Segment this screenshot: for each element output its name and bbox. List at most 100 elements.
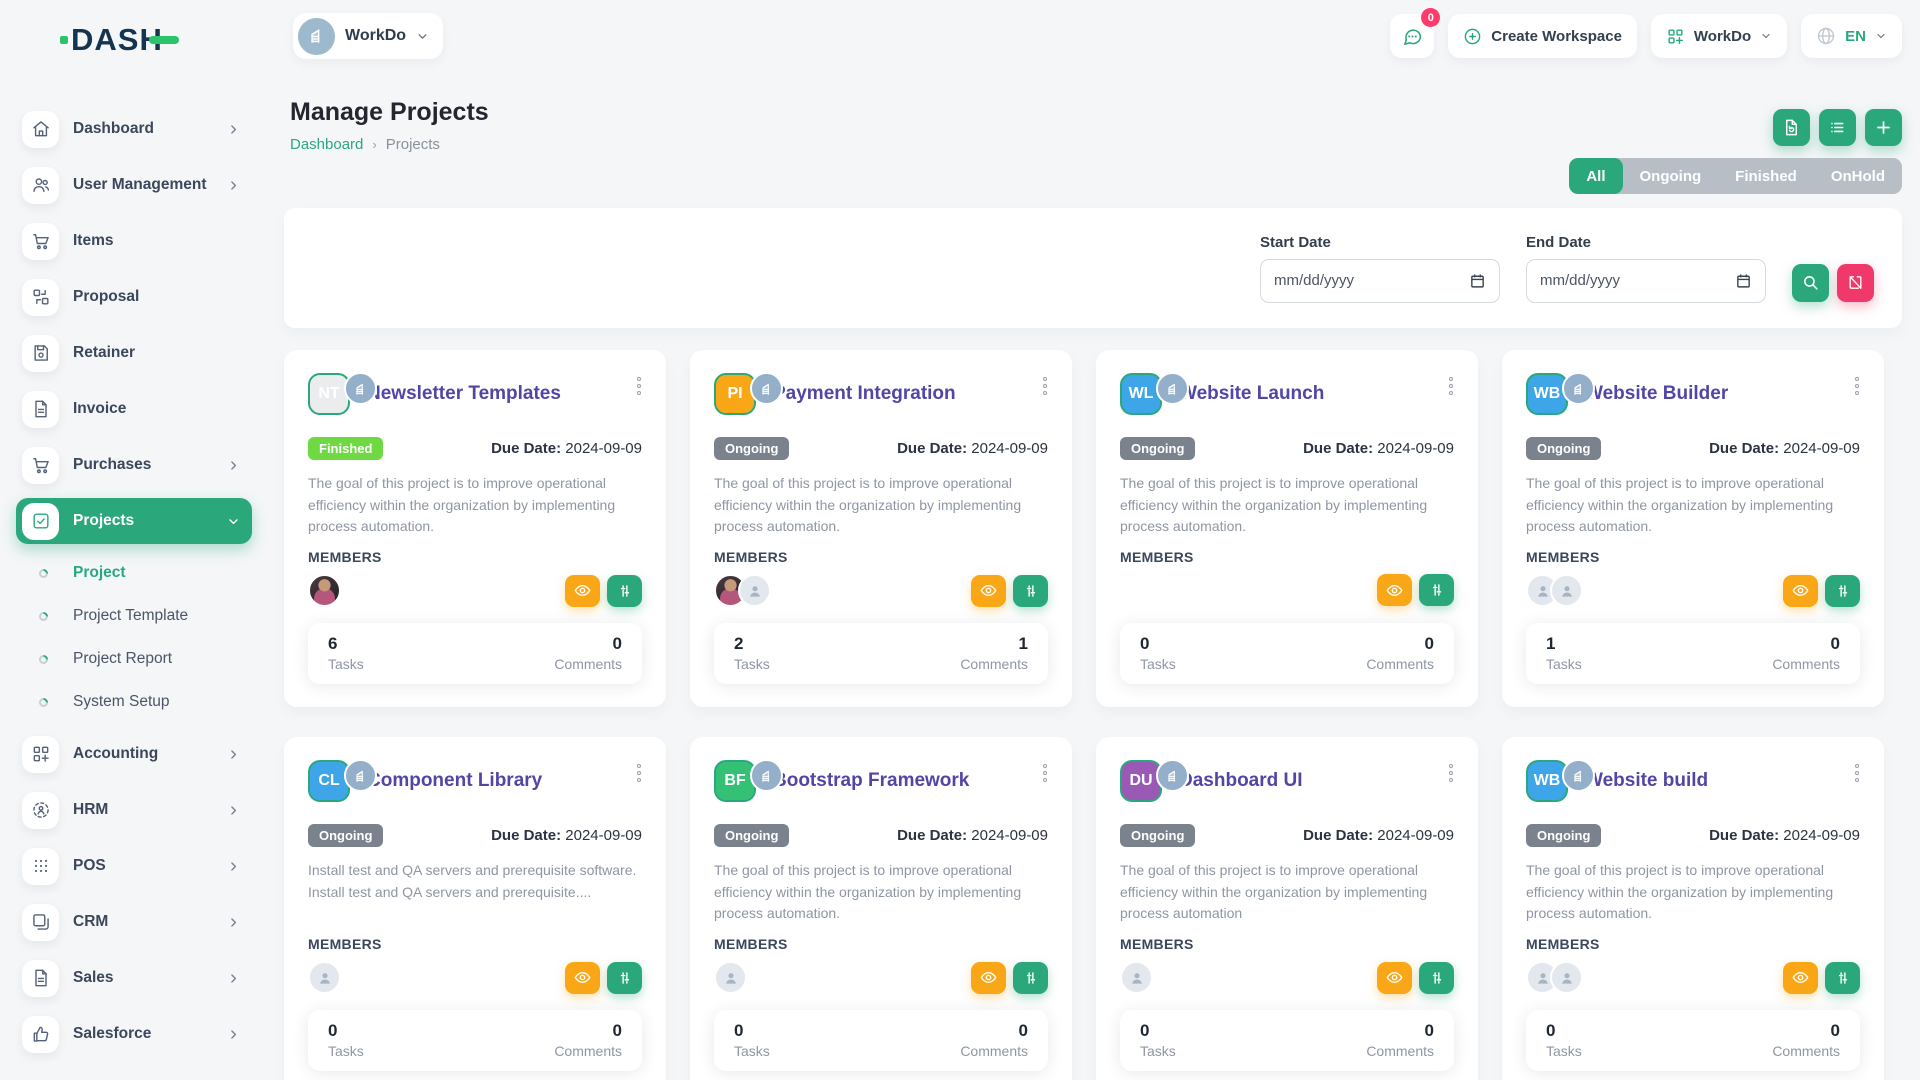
sliders-icon [617, 583, 633, 599]
file-restore-icon [1782, 118, 1801, 137]
comments-label: Comments [960, 656, 1028, 672]
due-date: Due Date: 2024-09-09 [1303, 827, 1454, 844]
chevron-down-icon [1875, 30, 1887, 42]
card-menu-button[interactable] [634, 761, 644, 785]
project-description: The goal of this project is to improve o… [308, 473, 642, 539]
sidebar-item-crm[interactable]: CRM [16, 899, 252, 945]
sidebar-item-dashboard[interactable]: Dashboard [16, 106, 252, 152]
workspace-dropdown[interactable]: WorkDo [1651, 14, 1787, 58]
tab-ongoing[interactable]: Ongoing [1623, 158, 1719, 194]
sliders-icon [1023, 583, 1039, 599]
project-title-link[interactable]: Component Library [367, 770, 542, 792]
sidebar-subitem-project[interactable]: Project [16, 554, 252, 592]
card-actions [1377, 574, 1454, 606]
project-card: WL Website Launch Ongoing Due Date: 2024… [1096, 350, 1478, 707]
breadcrumb-dashboard-link[interactable]: Dashboard [290, 136, 363, 153]
workspace-selector[interactable]: WorkDo [293, 13, 443, 59]
project-details-button[interactable] [607, 962, 642, 994]
project-title-link[interactable]: Newsletter Templates [367, 383, 561, 405]
reset-filter-button[interactable] [1837, 264, 1874, 302]
view-project-button[interactable] [971, 575, 1006, 607]
plus-icon [1874, 118, 1893, 137]
view-project-button[interactable] [565, 575, 600, 607]
sidebar-item-projects[interactable]: Projects [16, 498, 252, 544]
card-menu-button[interactable] [1446, 761, 1456, 785]
project-details-button[interactable] [1419, 962, 1454, 994]
home-icon [22, 111, 59, 148]
project-title-link[interactable]: Website Builder [1585, 383, 1728, 405]
project-title-link[interactable]: Bootstrap Framework [773, 770, 969, 792]
project-details-button[interactable] [1013, 962, 1048, 994]
card-menu-button[interactable] [634, 374, 644, 398]
card-menu-button[interactable] [1852, 761, 1862, 785]
project-details-button[interactable] [1825, 575, 1860, 607]
project-details-button[interactable] [1825, 962, 1860, 994]
comments-stat: 0 Comments [1366, 634, 1434, 672]
due-date-value: 2024-09-09 [1783, 827, 1860, 844]
project-cards-grid: NT Newsletter Templates Finished Due Dat… [284, 350, 1884, 1080]
sidebar-item-accounting[interactable]: Accounting [16, 731, 252, 777]
messages-button[interactable]: 0 [1390, 14, 1434, 58]
project-title-link[interactable]: Dashboard UI [1179, 770, 1303, 792]
comments-label: Comments [1772, 1043, 1840, 1059]
brand-logo-dot [60, 36, 68, 44]
chat-icon [1402, 26, 1423, 47]
start-date-label: Start Date [1260, 234, 1500, 251]
workspace-selector-label: WorkDo [345, 27, 406, 45]
brand-logo[interactable]: DASH [60, 22, 179, 58]
card-menu-button[interactable] [1852, 374, 1862, 398]
member-avatar-placeholder [738, 574, 771, 607]
tasks-count: 2 [734, 634, 770, 654]
card-menu-button[interactable] [1446, 374, 1456, 398]
project-avatar: DU [1120, 760, 1162, 802]
sidebar-item-invoice[interactable]: Invoice [16, 386, 252, 432]
list-view-button[interactable] [1819, 109, 1856, 146]
create-workspace-button[interactable]: Create Workspace [1448, 14, 1637, 58]
sidebar-subitem-project-template[interactable]: Project Template [16, 597, 252, 635]
sidebar-item-purchases[interactable]: Purchases [16, 442, 252, 488]
sidebar-item-retainer[interactable]: Retainer [16, 330, 252, 376]
view-project-button[interactable] [1377, 962, 1412, 994]
project-details-button[interactable] [607, 575, 642, 607]
tasks-count: 0 [328, 1021, 364, 1041]
language-selector[interactable]: EN [1801, 14, 1902, 58]
start-date-input[interactable]: mm/dd/yyyy [1260, 259, 1500, 303]
brand-logo-dash [149, 36, 179, 44]
card-menu-button[interactable] [1040, 761, 1050, 785]
card-meta-row: Ongoing Due Date: 2024-09-09 [1120, 824, 1454, 847]
sidebar-item-salesforce[interactable]: Salesforce [16, 1011, 252, 1057]
sidebar-subitem-system-setup[interactable]: System Setup [16, 683, 252, 721]
cart-icon [22, 447, 59, 484]
project-details-button[interactable] [1013, 575, 1048, 607]
search-button[interactable] [1792, 264, 1829, 302]
view-project-button[interactable] [971, 962, 1006, 994]
card-menu-button[interactable] [1040, 374, 1050, 398]
project-title-link[interactable]: Payment Integration [773, 383, 956, 405]
sidebar-item-hrm[interactable]: HRM [16, 787, 252, 833]
clear-filter-icon [1847, 274, 1864, 291]
eye-icon [574, 582, 591, 599]
import-template-button[interactable] [1773, 109, 1810, 146]
sidebar-item-proposal[interactable]: Proposal [16, 274, 252, 320]
sidebar-item-items[interactable]: Items [16, 218, 252, 264]
sidebar-item-user-management[interactable]: User Management [16, 162, 252, 208]
tab-finished[interactable]: Finished [1718, 158, 1814, 194]
project-details-button[interactable] [1419, 574, 1454, 606]
tasks-count: 1 [1546, 634, 1582, 654]
tab-onhold[interactable]: OnHold [1814, 158, 1902, 194]
card-stats: 0 Tasks 0 Comments [1120, 623, 1454, 684]
view-project-button[interactable] [1783, 575, 1818, 607]
sidebar-item-pos[interactable]: POS [16, 843, 252, 889]
due-date-value: 2024-09-09 [1377, 440, 1454, 457]
sidebar-subitem-project-report[interactable]: Project Report [16, 640, 252, 678]
sidebar-item-sales[interactable]: Sales [16, 955, 252, 1001]
view-project-button[interactable] [1783, 962, 1818, 994]
view-project-button[interactable] [565, 962, 600, 994]
view-project-button[interactable] [1377, 574, 1412, 606]
end-date-input[interactable]: mm/dd/yyyy [1526, 259, 1766, 303]
tab-all[interactable]: All [1569, 158, 1622, 194]
project-title-link[interactable]: Website Launch [1179, 383, 1324, 405]
project-title-link[interactable]: Website build [1585, 770, 1708, 792]
add-project-button[interactable] [1865, 109, 1902, 146]
status-badge: Ongoing [1526, 437, 1601, 460]
